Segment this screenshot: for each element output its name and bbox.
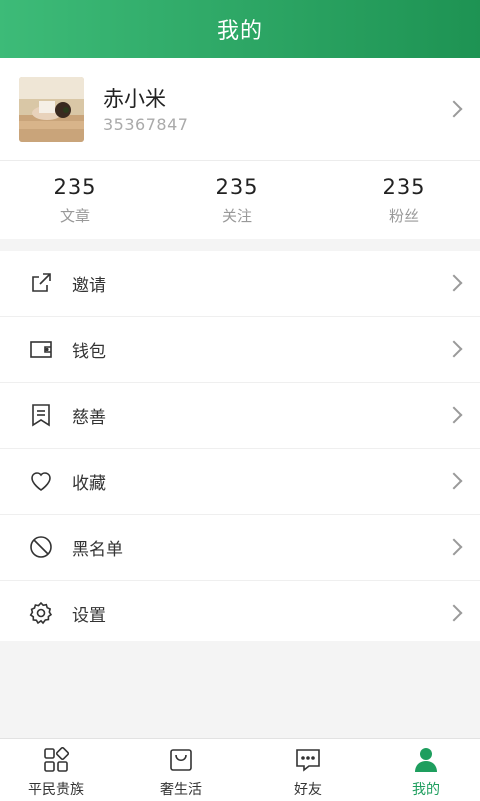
stat-label: 文章 bbox=[59, 207, 90, 225]
chevron-right-icon bbox=[445, 100, 463, 118]
chevron-right-icon bbox=[445, 472, 463, 490]
avatar[interactable] bbox=[19, 77, 84, 142]
stat-value: 235 bbox=[382, 175, 426, 199]
tab-label: 好友 bbox=[294, 782, 322, 798]
bottom-tab-bar: 平民贵族 奢生活 好友 我的 bbox=[0, 738, 480, 801]
menu-item-wallet[interactable]: 钱包 bbox=[0, 317, 480, 383]
tab-label: 平民贵族 bbox=[28, 782, 84, 798]
tab-label: 我的 bbox=[412, 782, 440, 798]
tab-label: 奢生活 bbox=[160, 782, 202, 798]
grid-icon bbox=[44, 747, 69, 772]
shopping-bag-icon bbox=[170, 749, 192, 771]
menu-item-label: 邀请 bbox=[72, 276, 106, 296]
menu-item-blacklist[interactable]: 黑名单 bbox=[0, 515, 480, 581]
tab-mine[interactable]: 我的 bbox=[366, 739, 480, 801]
heart-icon bbox=[31, 472, 51, 491]
wallet-icon bbox=[30, 341, 52, 358]
chevron-right-icon bbox=[445, 340, 463, 358]
tab-pingmin-guizu[interactable]: 平民贵族 bbox=[0, 739, 116, 801]
share-icon bbox=[32, 273, 51, 292]
chevron-right-icon bbox=[445, 274, 463, 292]
stat-label: 关注 bbox=[221, 207, 252, 225]
menu-list: 邀请 钱包 慈善 收藏 黑名单 设置 bbox=[0, 251, 480, 641]
stats-bar: 235 文章 235 关注 235 粉丝 bbox=[0, 161, 480, 239]
menu-item-invite[interactable]: 邀请 bbox=[0, 251, 480, 317]
charity-bookmark-icon bbox=[32, 404, 50, 427]
block-icon bbox=[30, 536, 52, 558]
person-icon bbox=[415, 748, 437, 772]
app-header: 我的 bbox=[0, 0, 480, 58]
stat-value: 235 bbox=[215, 175, 259, 199]
stat-label: 粉丝 bbox=[388, 207, 419, 225]
menu-item-label: 钱包 bbox=[72, 342, 106, 362]
menu-item-label: 慈善 bbox=[72, 408, 106, 428]
stat-followers[interactable]: 235 粉丝 bbox=[344, 175, 464, 226]
tab-friends[interactable]: 好友 bbox=[248, 739, 368, 801]
chat-icon bbox=[296, 749, 320, 772]
stat-following[interactable]: 235 关注 bbox=[177, 175, 297, 226]
menu-item-label: 设置 bbox=[72, 606, 106, 626]
chevron-right-icon bbox=[445, 538, 463, 556]
tab-she-shenghuo[interactable]: 奢生活 bbox=[121, 739, 241, 801]
chevron-right-icon bbox=[445, 604, 463, 622]
profile-name: 赤小米 bbox=[103, 87, 166, 111]
menu-item-charity[interactable]: 慈善 bbox=[0, 383, 480, 449]
menu-item-label: 收藏 bbox=[72, 474, 106, 494]
profile-card[interactable]: 赤小米 35367847 bbox=[0, 58, 480, 161]
profile-id: 35367847 bbox=[103, 115, 189, 134]
chevron-right-icon bbox=[445, 406, 463, 424]
stat-articles[interactable]: 235 文章 bbox=[15, 175, 135, 226]
menu-item-favorites[interactable]: 收藏 bbox=[0, 449, 480, 515]
menu-item-label: 黑名单 bbox=[72, 540, 123, 560]
menu-item-settings[interactable]: 设置 bbox=[0, 581, 480, 646]
page-title: 我的 bbox=[216, 19, 263, 44]
stat-value: 235 bbox=[53, 175, 97, 199]
gear-icon bbox=[29, 601, 53, 625]
